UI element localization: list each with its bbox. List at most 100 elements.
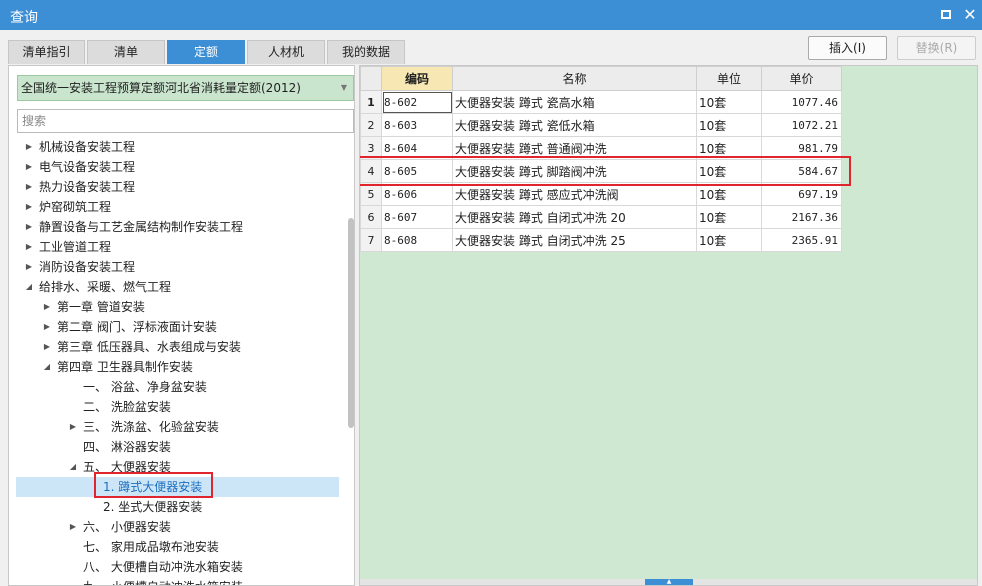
chevron-down-icon[interactable]: ▼ <box>341 76 347 100</box>
column-header-price[interactable]: 单价 <box>761 66 842 91</box>
cell-price[interactable]: 2365.91 <box>761 228 842 252</box>
tree-item-label: 炉窑砌筑工程 <box>39 200 112 214</box>
tree-item[interactable]: 一、 浴盆、净身盆安装 <box>9 377 339 397</box>
cell-unit[interactable]: 10套 <box>696 113 762 137</box>
tree-item[interactable]: ▶ 消防设备安装工程 <box>9 257 339 277</box>
tree-expand-icon[interactable]: ▶ <box>24 197 34 217</box>
tree-item-label: 工业管道工程 <box>39 240 112 254</box>
tree-expand-icon[interactable]: ▶ <box>24 237 34 257</box>
tree-expand-icon[interactable]: ▶ <box>42 337 52 357</box>
tree-expand-icon[interactable]: ▶ <box>42 297 52 317</box>
tree-item-label: 第三章 低压器具、水表组成与安装 <box>57 340 241 354</box>
cell-code[interactable]: 8-603 <box>381 113 453 137</box>
tree-item-label: 七、 家用成品墩布池安装 <box>83 540 219 554</box>
column-header-name[interactable]: 名称 <box>452 66 697 91</box>
cell-price[interactable]: 1077.46 <box>761 90 842 114</box>
tree-item[interactable]: ◢ 第四章 卫生器具制作安装 <box>9 357 339 377</box>
tree-item[interactable]: ▶ 三、 洗涤盆、化验盆安装 <box>9 417 339 437</box>
tree-item-label: 给排水、采暖、燃气工程 <box>39 280 172 294</box>
cell-price[interactable]: 1072.21 <box>761 113 842 137</box>
row-number[interactable]: 6 <box>360 205 382 229</box>
maximize-icon[interactable] <box>936 5 956 25</box>
tree-item-label: 四、 淋浴器安装 <box>83 440 171 454</box>
replace-button[interactable]: 替换(R) <box>897 36 976 60</box>
tree-expand-icon[interactable]: ▶ <box>24 217 34 237</box>
tree-item[interactable]: 二、 洗脸盆安装 <box>9 397 339 417</box>
tree-item[interactable]: 1. 蹲式大便器安装 <box>16 472 339 498</box>
table-row[interactable]: 7 8-608 大便器安装 蹲式 自闭式冲洗 25 10套 2365.91 <box>360 228 842 252</box>
tree-item[interactable]: ▶ 第一章 管道安装 <box>9 297 339 317</box>
tree-expand-icon[interactable]: ▶ <box>24 157 34 177</box>
tree-item[interactable]: ▶ 第三章 低压器具、水表组成与安装 <box>9 337 339 357</box>
cell-code[interactable]: 8-607 <box>381 205 453 229</box>
cell-name[interactable]: 大便器安装 蹲式 自闭式冲洗 25 <box>452 228 697 252</box>
tree-item[interactable]: ▶ 炉窑砌筑工程 <box>9 197 339 217</box>
tree-item-label: 静置设备与工艺金属结构制作安装工程 <box>39 220 244 234</box>
cell-name[interactable]: 大便器安装 蹲式 自闭式冲洗 20 <box>452 205 697 229</box>
tree-collapse-icon[interactable]: ◢ <box>24 277 34 297</box>
tree-item[interactable]: 九、 小便槽自动冲洗水箱安装 <box>9 577 339 585</box>
tree-item[interactable]: 七、 家用成品墩布池安装 <box>9 537 339 557</box>
title-bar: 查询 ✕ <box>0 0 982 30</box>
row-number[interactable]: 1 <box>360 90 382 114</box>
tree-expand-icon[interactable]: ▶ <box>24 137 34 157</box>
tree-item[interactable]: 2. 坐式大便器安装 <box>9 497 339 517</box>
tab-bill-guide[interactable]: 清单指引 <box>8 40 85 64</box>
tree-scrollbar[interactable] <box>347 218 354 585</box>
cell-unit[interactable]: 10套 <box>696 228 762 252</box>
grid-horizontal-scrollbar[interactable]: ▲ <box>360 579 977 585</box>
cell-price[interactable]: 2167.36 <box>761 205 842 229</box>
tree-item-label: 第二章 阀门、浮标液面计安装 <box>57 320 217 334</box>
quota-library-value: 全国统一安装工程预算定额河北省消耗量定额(2012) <box>21 81 301 95</box>
row-highlight-box <box>360 156 851 186</box>
tree-expand-icon[interactable]: ▶ <box>24 177 34 197</box>
tree-item-label: 一、 浴盆、净身盆安装 <box>83 380 207 394</box>
tree-item[interactable]: ▶ 工业管道工程 <box>9 237 339 257</box>
tree-item-label: 2. 坐式大便器安装 <box>103 500 203 514</box>
cell-name[interactable]: 大便器安装 蹲式 瓷低水箱 <box>452 113 697 137</box>
tree-item-label: 六、 小便器安装 <box>83 520 171 534</box>
tree-item-label: 电气设备安装工程 <box>39 160 136 174</box>
cell-code[interactable]: 8-608 <box>381 228 453 252</box>
insert-button[interactable]: 插入(I) <box>808 36 887 60</box>
scrollbar-thumb[interactable] <box>348 218 354 428</box>
table-row[interactable]: 1 8-602 大便器安装 蹲式 瓷高水箱 10套 1077.46 <box>360 90 842 114</box>
column-header-unit[interactable]: 单位 <box>696 66 762 91</box>
tree-item[interactable]: ◢ 给排水、采暖、燃气工程 <box>9 277 339 297</box>
tree-collapse-icon[interactable]: ◢ <box>42 357 52 377</box>
tree-expand-icon[interactable]: ▶ <box>42 317 52 337</box>
table-row[interactable]: 2 8-603 大便器安装 蹲式 瓷低水箱 10套 1072.21 <box>360 113 842 137</box>
tree-item[interactable]: ▶ 机械设备安装工程 <box>9 137 339 157</box>
row-number[interactable]: 2 <box>360 113 382 137</box>
tree-item[interactable]: 八、 大便槽自动冲洗水箱安装 <box>9 557 339 577</box>
quota-library-select[interactable]: 全国统一安装工程预算定额河北省消耗量定额(2012) ▼ <box>17 75 354 101</box>
tree-expand-icon[interactable]: ▶ <box>68 517 78 537</box>
tab-bill[interactable]: 清单 <box>87 40 165 64</box>
tree-item[interactable]: ▶ 静置设备与工艺金属结构制作安装工程 <box>9 217 339 237</box>
tree-item-label: 第四章 卫生器具制作安装 <box>57 360 193 374</box>
row-number[interactable]: 7 <box>360 228 382 252</box>
tree-item[interactable]: 四、 淋浴器安装 <box>9 437 339 457</box>
tree-item-label: 热力设备安装工程 <box>39 180 136 194</box>
column-header-code[interactable]: 编码 <box>381 66 453 91</box>
tab-labor-material-machine[interactable]: 人材机 <box>247 40 325 64</box>
search-input[interactable] <box>17 109 354 133</box>
tree-item[interactable]: ▶ 电气设备安装工程 <box>9 157 339 177</box>
tree-item[interactable]: ▶ 第二章 阀门、浮标液面计安装 <box>9 317 339 337</box>
window-title: 查询 <box>10 10 38 26</box>
table-row[interactable]: 6 8-607 大便器安装 蹲式 自闭式冲洗 20 10套 2167.36 <box>360 205 842 229</box>
tree-expand-icon[interactable]: ▶ <box>68 417 78 437</box>
tree-item[interactable]: ▶ 六、 小便器安装 <box>9 517 339 537</box>
tab-my-data[interactable]: 我的数据 <box>327 40 405 64</box>
close-icon[interactable]: ✕ <box>960 5 980 25</box>
cell-name[interactable]: 大便器安装 蹲式 瓷高水箱 <box>452 90 697 114</box>
cell-code[interactable]: 8-602 <box>381 90 453 114</box>
tree-collapse-icon[interactable]: ◢ <box>68 457 78 477</box>
scroll-grip-icon[interactable]: ▲ <box>645 579 693 585</box>
tab-quota[interactable]: 定额 <box>167 40 245 64</box>
cell-unit[interactable]: 10套 <box>696 205 762 229</box>
tree-item[interactable]: ▶ 热力设备安装工程 <box>9 177 339 197</box>
highlight-box <box>94 472 213 498</box>
cell-unit[interactable]: 10套 <box>696 90 762 114</box>
tree-expand-icon[interactable]: ▶ <box>24 257 34 277</box>
